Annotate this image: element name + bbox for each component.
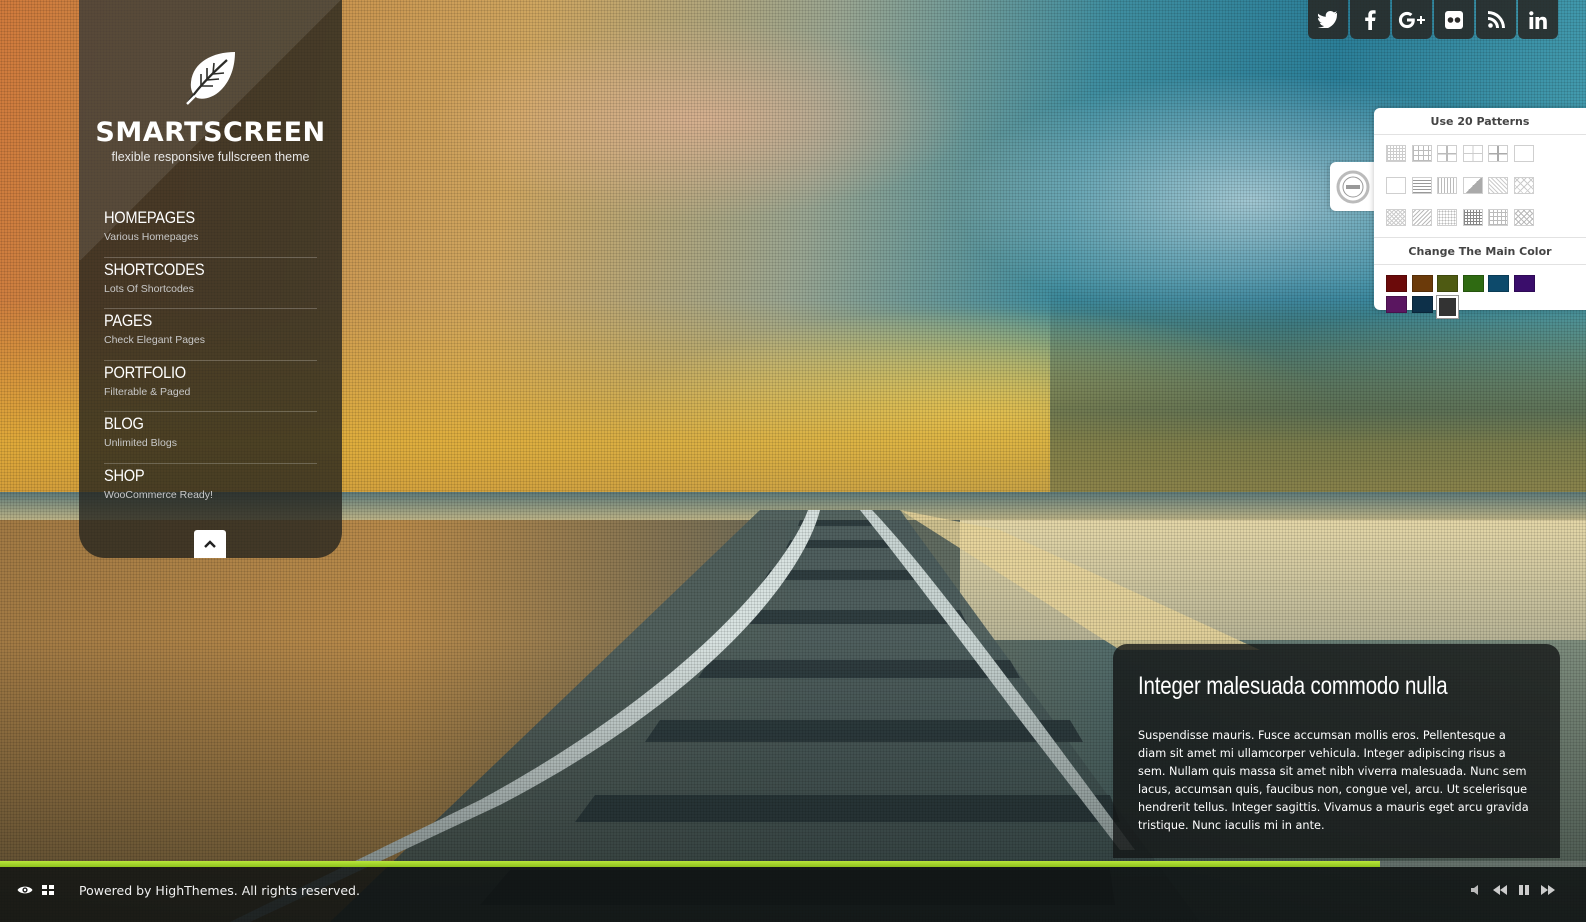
pattern-swatch[interactable] bbox=[1488, 145, 1508, 162]
menu-item-label: SHOP bbox=[104, 465, 145, 485]
pattern-swatch[interactable] bbox=[1411, 145, 1432, 162]
menu-item-subtitle: Various Homepages bbox=[104, 231, 199, 243]
collapse-menu-button[interactable] bbox=[194, 530, 226, 558]
previous-button[interactable] bbox=[1492, 882, 1508, 898]
pattern-swatch[interactable] bbox=[1513, 209, 1534, 226]
google-plus-button[interactable] bbox=[1392, 0, 1432, 39]
pattern-swatch[interactable] bbox=[1386, 177, 1406, 194]
flickr-icon bbox=[1445, 10, 1463, 29]
volume-button[interactable] bbox=[1468, 882, 1484, 898]
caption-title: Integer malesuada commodo nulla bbox=[1138, 672, 1448, 700]
menu-item-pages[interactable]: PAGES Check Elegant Pages bbox=[104, 309, 317, 361]
color-swatch[interactable] bbox=[1386, 296, 1407, 313]
volume-icon bbox=[1471, 885, 1478, 895]
style-switcher-toggle[interactable] bbox=[1330, 162, 1376, 211]
colors-heading: Change The Main Color bbox=[1408, 245, 1552, 258]
fast-forward-icon bbox=[1541, 885, 1555, 895]
pattern-swatch[interactable] bbox=[1513, 145, 1534, 162]
pause-button[interactable] bbox=[1516, 882, 1532, 898]
color-swatch[interactable] bbox=[1436, 295, 1459, 319]
slide-caption: Integer malesuada commodo nulla Suspendi… bbox=[1113, 644, 1560, 858]
linkedin-button[interactable] bbox=[1518, 0, 1558, 39]
patterns-heading: Use 20 Patterns bbox=[1430, 115, 1530, 128]
menu-item-shop[interactable]: SHOP WooCommerce Ready! bbox=[104, 464, 317, 516]
menu-item-subtitle: WooCommerce Ready! bbox=[104, 488, 213, 501]
color-swatch[interactable] bbox=[1513, 275, 1535, 292]
rss-button[interactable] bbox=[1476, 0, 1516, 39]
menu-item-subtitle: Unlimited Blogs bbox=[104, 437, 177, 449]
pattern-swatch[interactable] bbox=[1488, 209, 1508, 226]
main-menu: HOMEPAGES Various Homepages SHORTCODES L… bbox=[104, 206, 317, 515]
pattern-swatch[interactable] bbox=[1386, 209, 1406, 226]
facebook-button[interactable] bbox=[1350, 0, 1390, 39]
menu-item-subtitle: Check Elegant Pages bbox=[104, 334, 205, 346]
pattern-swatch[interactable] bbox=[1513, 177, 1534, 194]
color-grid bbox=[1374, 265, 1586, 319]
linkedin-icon bbox=[1529, 10, 1547, 29]
social-links bbox=[1307, 0, 1558, 39]
menu-item-portfolio[interactable]: PORTFOLIO Filterable & Paged bbox=[104, 361, 317, 412]
grid-icon[interactable] bbox=[41, 883, 57, 897]
pause-icon bbox=[1519, 885, 1529, 895]
pattern-swatch[interactable] bbox=[1437, 209, 1457, 226]
chevron-up-icon bbox=[204, 540, 216, 548]
minus-circle-icon bbox=[1336, 170, 1370, 203]
color-swatch[interactable] bbox=[1437, 275, 1458, 292]
pattern-swatch[interactable] bbox=[1462, 145, 1483, 162]
pattern-swatch[interactable] bbox=[1488, 177, 1508, 194]
leaf-logo-icon[interactable] bbox=[183, 48, 241, 106]
pattern-swatch[interactable] bbox=[1411, 209, 1432, 226]
menu-item-label: BLOG bbox=[104, 414, 144, 433]
pattern-swatch[interactable] bbox=[1437, 145, 1457, 162]
copyright-text: Powered by HighThemes. All rights reserv… bbox=[79, 883, 360, 898]
menu-item-label: SHORTCODES bbox=[104, 259, 205, 279]
facebook-icon bbox=[1365, 9, 1376, 30]
menu-item-blog[interactable]: BLOG Unlimited Blogs bbox=[104, 412, 317, 464]
menu-item-subtitle: Filterable & Paged bbox=[104, 385, 191, 398]
menu-item-shortcodes[interactable]: SHORTCODES Lots Of Shortcodes bbox=[104, 258, 317, 309]
menu-item-homepages[interactable]: HOMEPAGES Various Homepages bbox=[104, 206, 317, 258]
menu-item-subtitle: Lots Of Shortcodes bbox=[104, 282, 194, 295]
menu-item-label: PAGES bbox=[104, 311, 153, 330]
pattern-grid bbox=[1374, 135, 1586, 237]
color-swatch[interactable] bbox=[1462, 275, 1484, 292]
pattern-swatch[interactable] bbox=[1386, 145, 1406, 162]
menu-item-label: HOMEPAGES bbox=[104, 208, 195, 227]
pattern-swatch[interactable] bbox=[1462, 177, 1483, 194]
brand-tagline: flexible responsive fullscreen theme bbox=[111, 150, 310, 164]
twitter-button[interactable] bbox=[1308, 0, 1348, 39]
color-swatch[interactable] bbox=[1488, 275, 1509, 292]
next-button[interactable] bbox=[1540, 882, 1556, 898]
pattern-swatch[interactable] bbox=[1462, 209, 1483, 226]
slideshow-controls bbox=[1468, 882, 1556, 898]
color-swatch[interactable] bbox=[1411, 296, 1433, 313]
pattern-swatch[interactable] bbox=[1437, 177, 1457, 194]
rss-icon bbox=[1487, 11, 1505, 28]
rewind-icon bbox=[1493, 885, 1507, 895]
navigation-panel: SMARTSCREEN flexible responsive fullscre… bbox=[79, 0, 342, 558]
twitter-icon bbox=[1318, 11, 1338, 28]
flickr-button[interactable] bbox=[1434, 0, 1474, 39]
menu-item-label: PORTFOLIO bbox=[104, 362, 186, 382]
style-switcher-panel: Use 20 Patterns Change The Main Color bbox=[1374, 108, 1586, 319]
color-swatch[interactable] bbox=[1411, 275, 1433, 292]
brand-name[interactable]: SMARTSCREEN bbox=[79, 117, 342, 148]
eye-icon[interactable] bbox=[17, 883, 33, 897]
google-plus-icon bbox=[1398, 11, 1425, 28]
caption-text: Suspendisse mauris. Fusce accumsan molli… bbox=[1138, 729, 1529, 832]
pattern-swatch[interactable] bbox=[1411, 177, 1432, 194]
color-swatch[interactable] bbox=[1386, 275, 1407, 292]
